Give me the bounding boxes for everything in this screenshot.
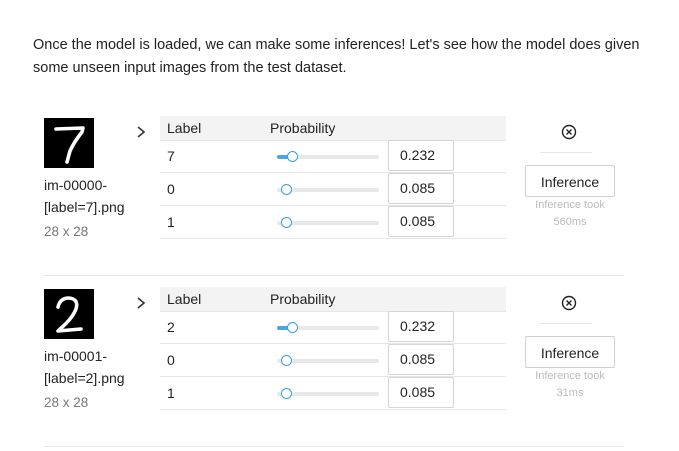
probability-slider[interactable] <box>277 151 379 162</box>
prediction-row: 0 0.085 <box>160 344 506 377</box>
digit-thumbnail <box>44 289 94 339</box>
filename: im-00000- [label=7].png <box>44 177 125 215</box>
chevron-right-icon[interactable] <box>134 125 148 139</box>
inference-button[interactable]: Inference <box>525 165 615 197</box>
prediction-row: 2 0.232 <box>160 311 506 344</box>
prediction-label: 2 <box>167 319 175 335</box>
divider <box>44 275 624 276</box>
prediction-table-header: Label Probability <box>160 116 506 141</box>
divider <box>44 446 624 447</box>
probability-value[interactable]: 0.085 <box>388 344 454 375</box>
probability-slider[interactable] <box>277 355 379 366</box>
prediction-label: 0 <box>167 352 175 368</box>
slider-knob[interactable] <box>280 388 292 399</box>
inference-time: Inference took 560ms <box>535 199 605 228</box>
prediction-row: 1 0.085 <box>160 206 506 239</box>
probability-slider[interactable] <box>277 322 379 333</box>
probability-slider[interactable] <box>277 184 379 195</box>
slider-knob[interactable] <box>287 151 299 162</box>
prediction-label: 0 <box>167 181 175 197</box>
slider-knob[interactable] <box>287 322 299 333</box>
image-dimensions: 28 x 28 <box>44 224 89 239</box>
probability-value[interactable]: 0.232 <box>388 140 454 171</box>
slider-knob[interactable] <box>280 355 292 366</box>
probability-slider[interactable] <box>277 388 379 399</box>
label-column-header: Label <box>167 291 202 307</box>
probability-slider[interactable] <box>277 217 379 228</box>
prediction-row: 1 0.085 <box>160 377 506 410</box>
divider <box>540 323 592 324</box>
image-dimensions: 28 x 28 <box>44 395 89 410</box>
slider-knob[interactable] <box>280 217 292 228</box>
filename: im-00001- [label=2].png <box>44 348 125 386</box>
chevron-right-icon[interactable] <box>134 296 148 310</box>
close-circle-icon[interactable] <box>561 295 577 311</box>
prediction-table-header: Label Probability <box>160 287 506 312</box>
inference-time: Inference took 31ms <box>535 370 605 399</box>
digit-thumbnail <box>44 118 94 168</box>
probability-column-header: Probability <box>270 291 336 307</box>
intro-paragraph: Once the model is loaded, we can make so… <box>33 37 640 76</box>
inference-button[interactable]: Inference <box>525 336 615 368</box>
probability-column-header: Probability <box>270 120 336 136</box>
close-circle-icon[interactable] <box>561 124 577 140</box>
probability-value[interactable]: 0.085 <box>388 206 454 237</box>
label-column-header: Label <box>167 120 202 136</box>
prediction-label: 1 <box>167 214 175 230</box>
divider <box>540 152 592 153</box>
prediction-label: 1 <box>167 385 175 401</box>
slider-knob[interactable] <box>280 184 292 195</box>
prediction-row: 7 0.232 <box>160 140 506 173</box>
prediction-row: 0 0.085 <box>160 173 506 206</box>
probability-value[interactable]: 0.232 <box>388 311 454 342</box>
probability-value[interactable]: 0.085 <box>388 377 454 408</box>
probability-value[interactable]: 0.085 <box>388 173 454 204</box>
prediction-label: 7 <box>167 148 175 164</box>
